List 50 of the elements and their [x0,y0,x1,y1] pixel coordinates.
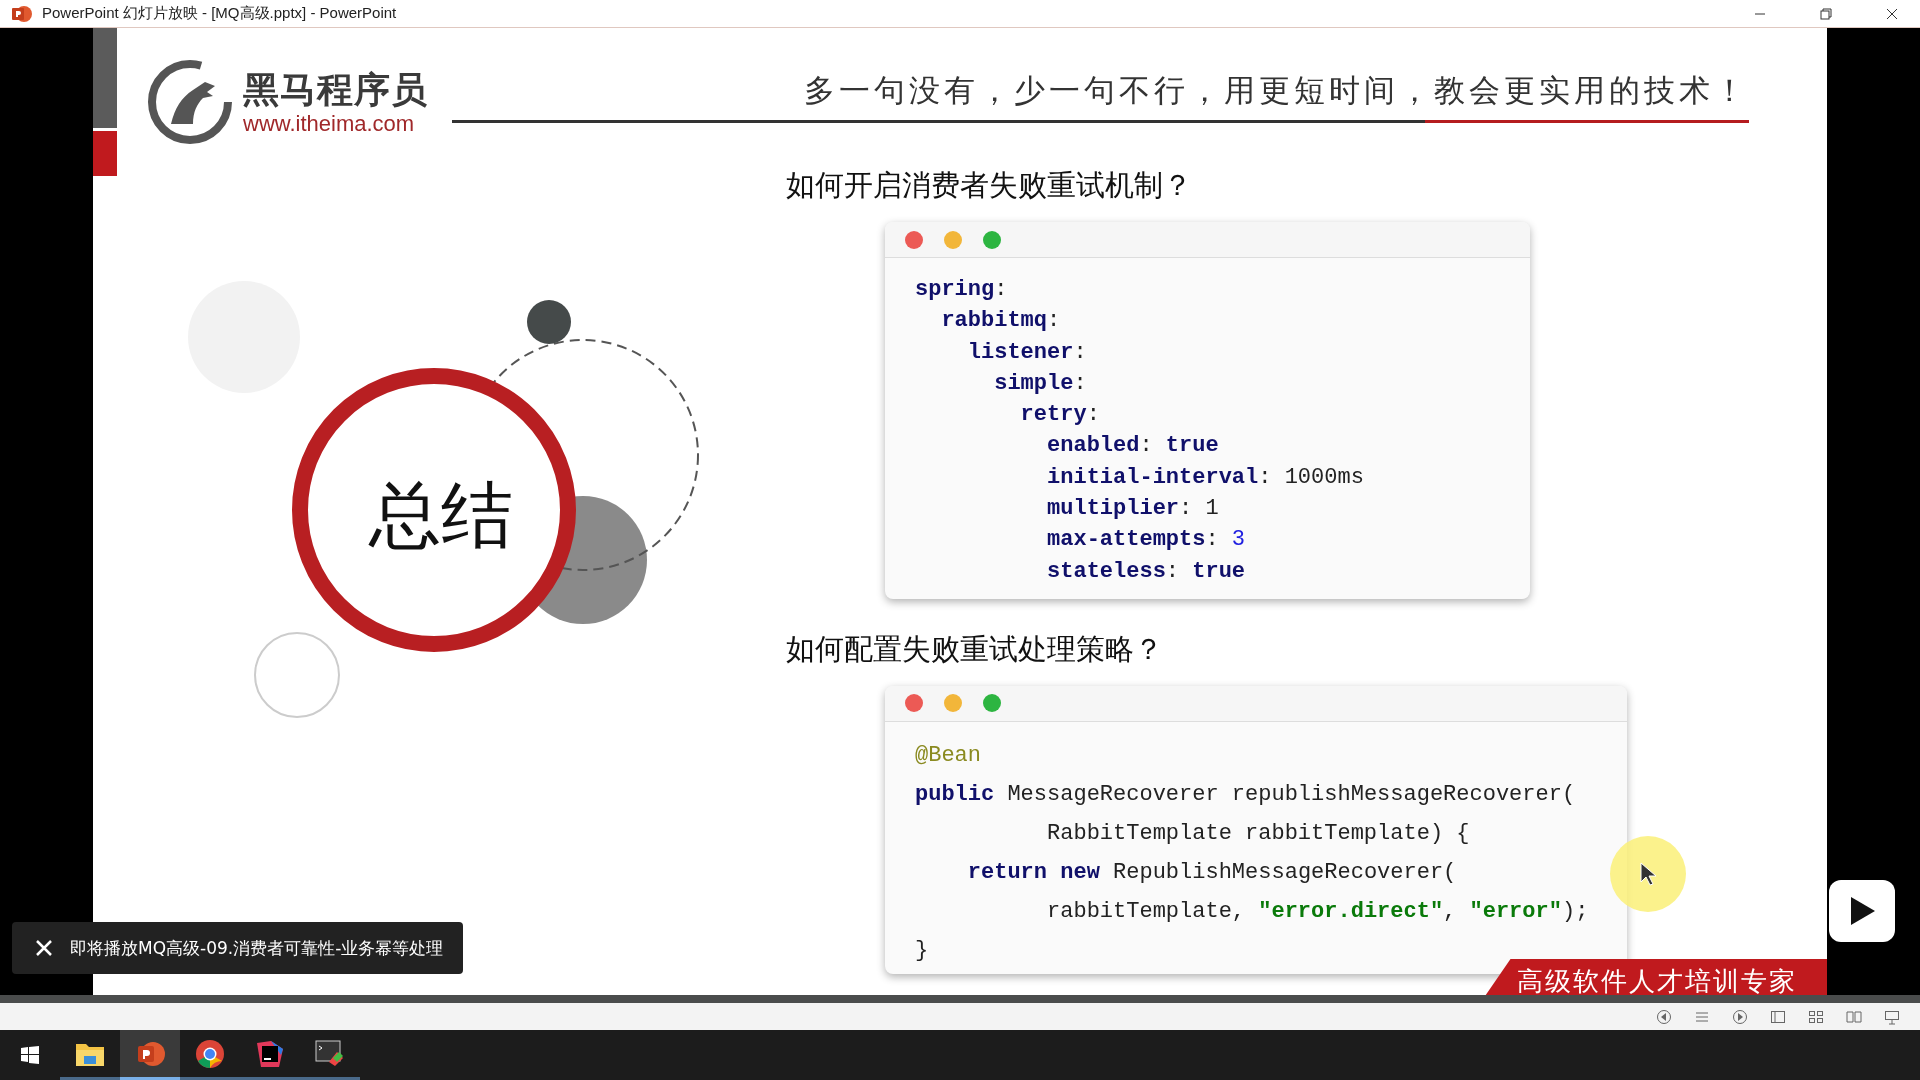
maximize-dot-icon [983,694,1001,713]
close-icon [1886,7,1898,20]
close-icon[interactable] [36,940,52,956]
code-line: multiplier: 1 [1046,495,1220,524]
slogan: 多一句没有，少一句不行，用更短时间，教会更实用的技术！ [804,71,1749,110]
minimize-dot-icon [944,230,962,249]
code-line: return new RepublishMessageRecoverer( [966,858,1458,887]
summary-title: 总结 [367,475,514,555]
restore-icon [1820,7,1832,20]
code-line: public MessageRecoverer republishMessageRecoverer( [915,780,1577,809]
taskbar-app[interactable] [120,1030,180,1080]
play-button[interactable] [1829,880,1895,942]
horse-logo-icon [145,60,235,144]
banner-text: 高级软件人才培训专家 [1517,966,1797,995]
code-line: @Bean [915,741,982,770]
code-line: simple: [993,369,1088,398]
code-line: stateless: true [1046,557,1247,586]
question-heading: 如何开启消费者失败重试机制？ [786,167,1193,204]
slide-sorter-icon[interactable] [1808,1008,1824,1025]
code-line: spring: [915,276,1009,304]
logo-url: www.itheima.com [243,112,416,136]
browser-icon [195,1038,225,1069]
logo-name: 黑马程序员 [243,68,428,112]
code-line: } [915,936,930,965]
code-line: RabbitTemplate rabbitTemplate) { [1046,819,1471,848]
previous-icon[interactable] [1656,1008,1672,1025]
accent-bar [93,131,117,176]
code-line: rabbitmq: [940,307,1062,336]
window-title: PowerPoint 幻灯片放映 - [MQ高级.pptx] - PowerPoint [42,4,398,23]
slideshow-icon[interactable] [1884,1008,1900,1025]
code-line: initial-interval: 1000ms [1046,463,1365,492]
code-line: enabled: true [1046,432,1220,461]
ide-icon [255,1038,285,1069]
app-icon [12,4,32,23]
code-line: retry: [1019,401,1101,430]
close-dot-icon [905,694,923,713]
code-line: listener: [966,338,1088,367]
paint-app-icon [315,1039,345,1068]
normal-view-icon[interactable] [1770,1008,1786,1025]
close-dot-icon [905,230,923,249]
code-line: rabbitTemplate, "error.direct", "error"); [1046,897,1590,926]
windows-logo-icon [21,1046,39,1064]
reading-view-icon[interactable] [1846,1008,1862,1025]
question-heading: 如何配置失败重试处理策略？ [786,630,1164,668]
maximize-dot-icon [983,230,1001,249]
pointer-icon [1639,862,1657,886]
minimize-dot-icon [944,694,962,713]
code-line: max-attempts: 3 [1046,526,1247,555]
toast-text: 即将播放MQ高级-09.消费者可靠性-业务幂等处理 [70,936,444,960]
next-icon[interactable] [1732,1008,1748,1025]
